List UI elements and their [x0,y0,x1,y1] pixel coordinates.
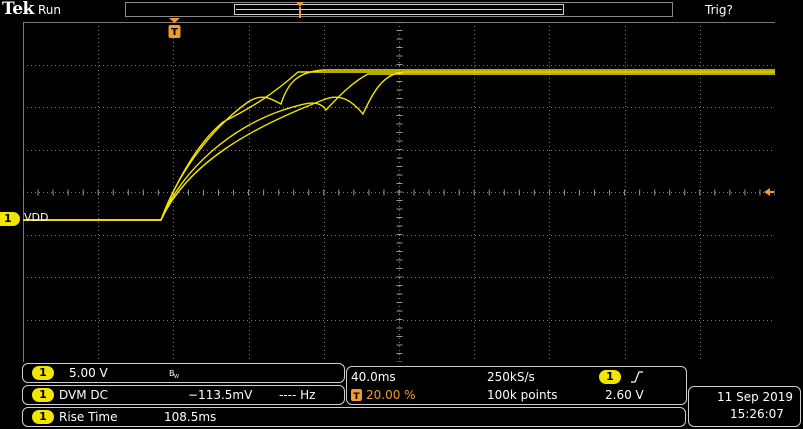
channel-1-label: VDD [24,211,49,224]
svg-text:T: T [171,27,178,38]
graticule[interactable] [23,22,775,362]
channel-1-scale-readout[interactable]: 1 5.00 V B W [22,363,345,383]
rise-time-label: Rise Time [59,410,118,424]
record-waveform-line [236,9,562,10]
time: 15:26:07 [730,407,784,421]
record-trigger-marker-icon [296,2,304,18]
channel-1-scale: 5.00 V [69,366,108,380]
dvm-value: −113.5mV [188,388,253,402]
trigger-source-badge: 1 [599,370,621,384]
trigger-level: 2.60 V [605,388,644,402]
trigger-position-icon[interactable]: T [168,18,181,40]
rise-time-channel-badge: 1 [32,410,54,424]
timebase: 40.0ms [351,370,396,384]
sample-rate: 250kS/s [487,370,535,384]
date-time-readout[interactable]: 11 Sep 2019 15:26:07 [688,386,801,427]
dvm-channel-badge: 1 [32,388,54,402]
rise-time-value: 108.5ms [164,410,217,424]
waveform-trace-2 [23,69,775,221]
dvm-readout[interactable]: 1 DVM DC −113.5mV ---- Hz [22,385,345,405]
bandwidth-limit-icon: B W [169,369,179,378]
svg-text:W: W [174,374,179,378]
record-length: 100k points [487,388,558,402]
trigger-position-percent: 20.00 % [366,388,416,402]
dvm-frequency: ---- Hz [279,388,316,402]
trigger-level-arrow-icon[interactable] [764,187,774,197]
date: 11 Sep 2019 [717,390,794,404]
horizontal-trigger-readout[interactable]: 40.0ms 250kS/s 1 T 20.00 % 100k points 2… [346,366,687,405]
trigger-status[interactable]: Trig? [705,3,733,17]
svg-text:T: T [353,392,360,401]
channel-1-ground-marker[interactable]: 1 [0,212,20,226]
rising-edge-icon [631,371,643,383]
rise-time-readout[interactable]: 1 Rise Time 108.5ms [22,407,686,427]
waveform-traces [23,69,775,221]
dvm-label: DVM DC [59,388,109,402]
brand-logo: Tek [2,0,34,19]
channel-1-badge: 1 [32,366,54,380]
acquisition-status[interactable]: Run [38,3,61,17]
trigger-position-small-icon: T [351,389,362,401]
